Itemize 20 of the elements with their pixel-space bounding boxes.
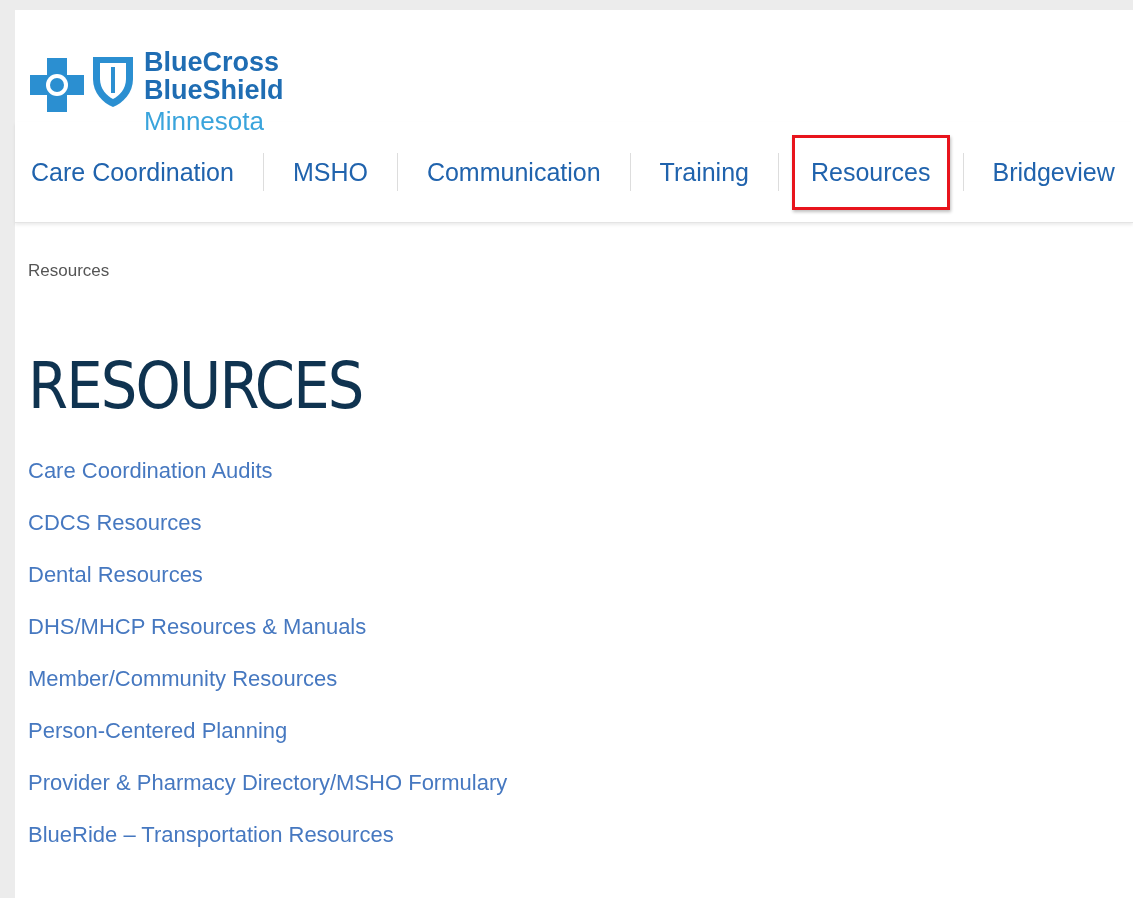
resource-link[interactable]: Dental Resources	[28, 549, 1120, 601]
nav-link[interactable]: Care Coordination	[28, 142, 250, 202]
nav-link[interactable]: Bridgeview	[976, 142, 1131, 202]
resource-link[interactable]: CDCS Resources	[28, 497, 1120, 549]
resource-link[interactable]: BlueRide – Transportation Resources	[28, 809, 1120, 861]
resource-link[interactable]: Person-Centered Planning	[28, 705, 1120, 757]
nav-link[interactable]: Resources	[792, 134, 950, 210]
breadcrumb[interactable]: Resources	[28, 261, 1120, 281]
nav-link[interactable]: MSHO	[276, 142, 384, 202]
logo-text: BlueShield	[144, 76, 284, 104]
nav-link[interactable]: Training	[643, 142, 765, 202]
resource-link[interactable]: Member/Community Resources	[28, 653, 1120, 705]
resource-link[interactable]: Care Coordination Audits	[28, 445, 1120, 497]
cross-icon	[28, 56, 86, 114]
resource-link[interactable]: Provider & Pharmacy Directory/MSHO Formulary	[28, 757, 1120, 809]
nav-link[interactable]: Communication	[410, 142, 617, 202]
logo-text: BlueCross	[144, 48, 281, 76]
logo-subtitle: Minnesota	[144, 107, 265, 135]
resource-link[interactable]: DHS/MHCP Resources & Manuals	[28, 601, 1120, 653]
page-heading: RESOURCES	[28, 349, 364, 423]
